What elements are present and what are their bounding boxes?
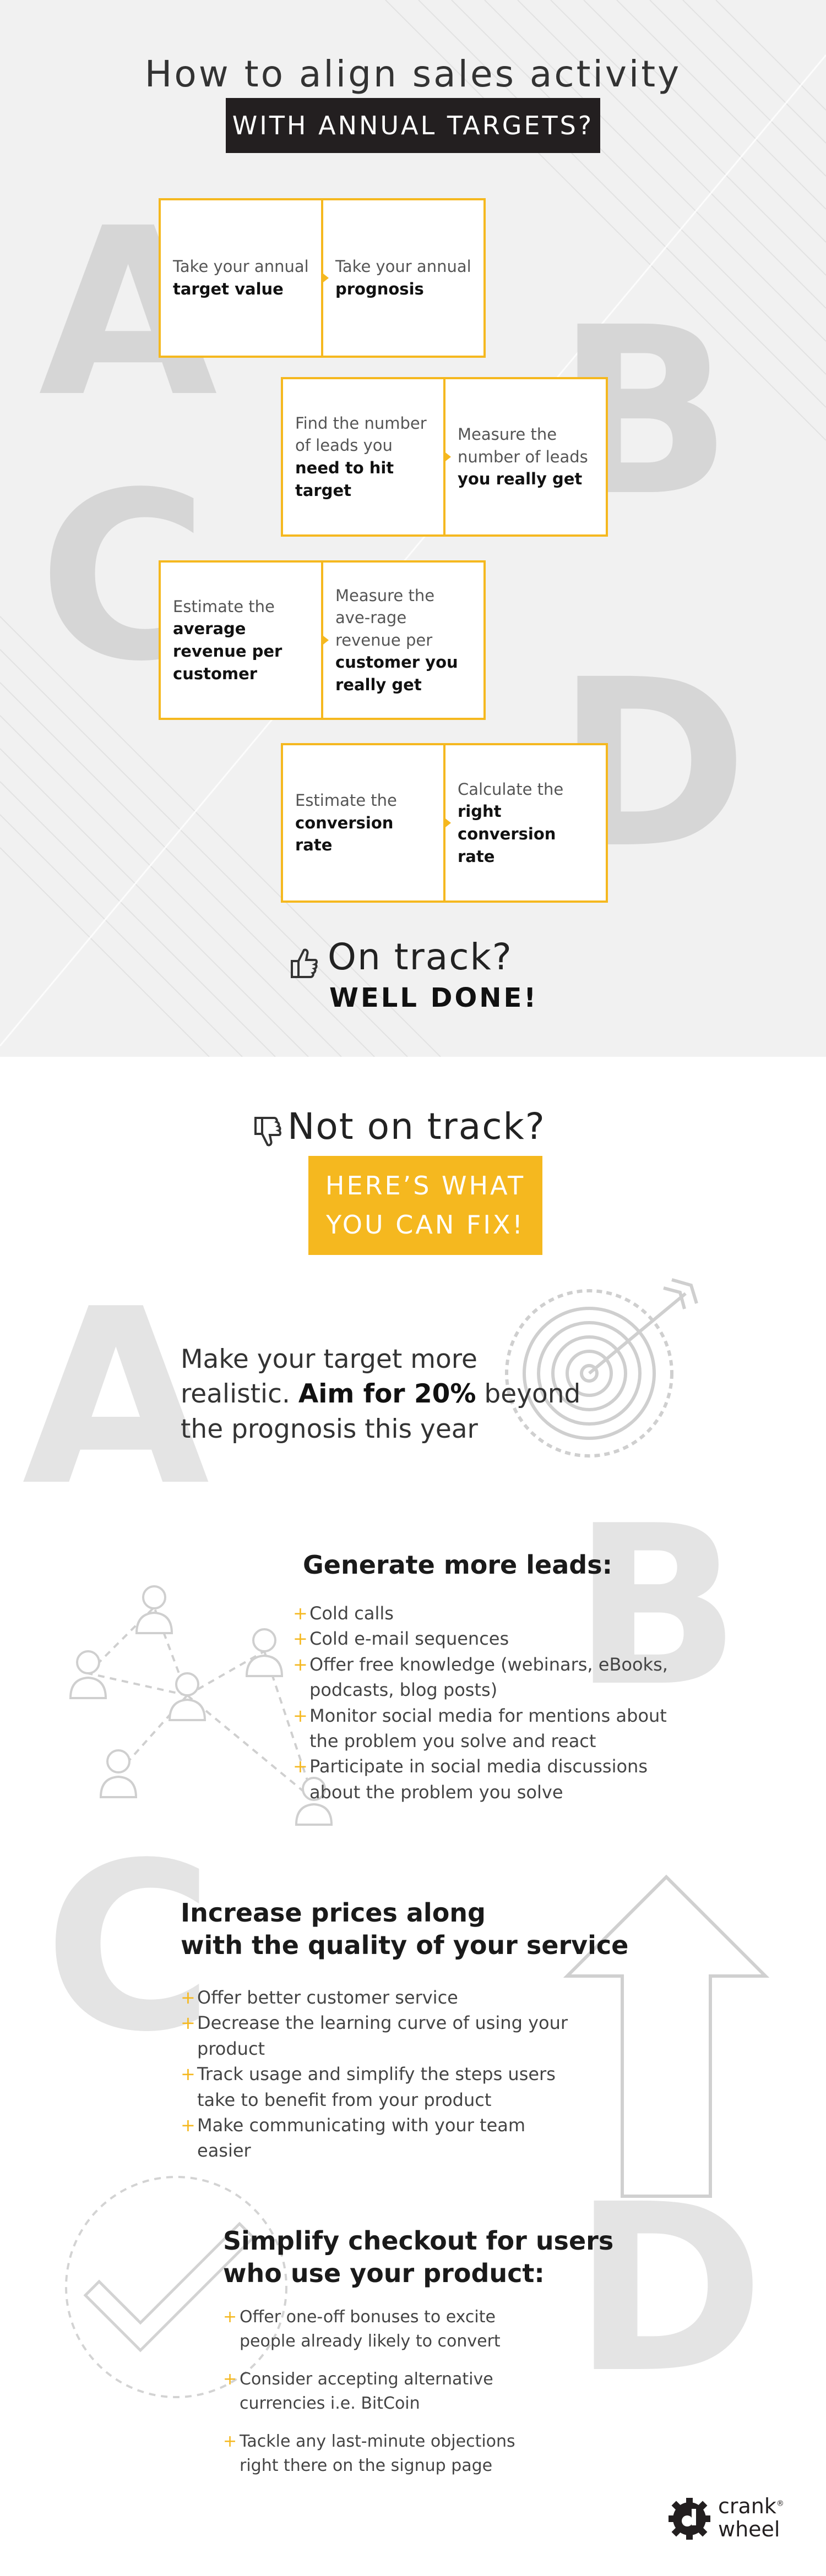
on-track-subtitle: WELL DONE! xyxy=(329,983,539,1013)
section-c-heading: Increase prices along with the quality o… xyxy=(181,1897,628,1962)
step-box-c: Estimate the average revenue per custome… xyxy=(159,560,486,720)
step-c-left-text: Estimate the xyxy=(173,597,275,616)
section-a-line1: Make your target more xyxy=(181,1344,477,1374)
step-box-d: Estimate the conversion rate Calculate t… xyxy=(281,743,608,903)
arrow-right-icon xyxy=(321,634,329,646)
list-item: Offer one-off bonuses to excite people a… xyxy=(223,2305,553,2353)
step-d-left: Estimate the conversion rate xyxy=(283,745,443,900)
list-item: Decrease the learning curve of using you… xyxy=(181,2010,583,2061)
crankwheel-logo-icon xyxy=(669,2498,710,2540)
section-a-highlight: Aim for 20% xyxy=(298,1379,476,1410)
fix-banner: HERE’S WHAT YOU CAN FIX! xyxy=(308,1156,542,1255)
step-c-right: Measure the ave-rage revenue per custome… xyxy=(321,563,483,718)
step-b-right: Measure the number of leads you really g… xyxy=(443,379,606,534)
step-d-right-bold: right conversion rate xyxy=(458,802,556,866)
step-a-right-bold: prognosis xyxy=(335,280,424,298)
section-b-heading: Generate more leads: xyxy=(303,1550,612,1580)
list-item: Monitor social media for mentions about … xyxy=(293,1703,678,1754)
page-title: How to align sales activity xyxy=(144,53,682,95)
section-c-heading-line1: Increase prices along xyxy=(181,1898,486,1928)
step-b-left-text: Find the number of leads you xyxy=(295,413,427,455)
step-a-right-text: Take your annual xyxy=(335,257,471,276)
step-c-right-text: Measure the ave-rage revenue per xyxy=(335,586,435,650)
on-track-title: On track? xyxy=(328,936,513,978)
letter-d-lower: D xyxy=(573,2155,765,2424)
list-item: Participate in social media discussions … xyxy=(293,1754,678,1805)
alignment-section: A B C D How to align sales activity WITH… xyxy=(0,0,826,1057)
arrow-right-icon xyxy=(443,451,451,463)
arrow-right-icon xyxy=(321,272,329,284)
list-item: Track usage and simplify the steps users… xyxy=(181,2061,583,2113)
step-a-left-bold: target value xyxy=(173,280,284,298)
step-a-left: Take your annual target value xyxy=(161,200,321,356)
fix-banner-line1: HERE’S WHAT xyxy=(325,1170,526,1200)
step-d-left-text: Estimate the xyxy=(295,791,397,810)
section-a-line2-post: beyond xyxy=(484,1379,581,1410)
list-item: Offer better customer service xyxy=(181,1985,583,2011)
person-icon xyxy=(99,1749,138,1798)
step-a-right: Take your annual prognosis xyxy=(321,200,483,356)
list-item: Make communicating with your team easier xyxy=(181,2113,583,2164)
step-b-left: Find the number of leads you need to hit… xyxy=(283,379,443,534)
list-item: Cold calls xyxy=(293,1601,678,1627)
brand-name-line1: crank® xyxy=(718,2496,784,2517)
person-icon xyxy=(69,1650,107,1699)
section-d-heading-line2: who use your product: xyxy=(223,2258,545,2288)
thumbs-down-icon xyxy=(254,1117,281,1147)
list-item: Cold e-mail sequences xyxy=(293,1626,678,1652)
step-box-b: Find the number of leads you need to hit… xyxy=(281,377,608,537)
thumbs-up-icon xyxy=(291,948,318,978)
step-b-right-bold: you really get xyxy=(458,470,583,489)
brand-name-line2: wheel xyxy=(718,2517,780,2541)
fix-banner-line2: YOU CAN FIX! xyxy=(326,1210,525,1240)
section-a-line2-pre: realistic. xyxy=(181,1379,290,1410)
section-d-heading: Simplify checkout for users who use your… xyxy=(223,2225,613,2290)
list-item: Tackle any last-minute objections right … xyxy=(223,2430,553,2477)
registered-mark: ® xyxy=(776,2499,784,2508)
person-icon xyxy=(135,1585,173,1634)
title-banner: WITH ANNUAL TARGETS? xyxy=(226,98,600,153)
brand-text-crank: crank xyxy=(718,2494,776,2518)
section-c-list: Offer better customer service Decrease t… xyxy=(181,1985,583,2164)
section-d-list: Offer one-off bonuses to excite people a… xyxy=(223,2305,553,2477)
not-on-track-title: Not on track? xyxy=(287,1105,546,1148)
step-b-left-bold: need to hit target xyxy=(295,459,394,500)
section-c-heading-line2: with the quality of your service xyxy=(181,1930,629,1960)
section-a-line3: the prognosis this year xyxy=(181,1413,478,1444)
list-item: Consider accepting alternative currencie… xyxy=(223,2367,553,2415)
brand-logo[interactable]: crank® wheel xyxy=(667,2492,794,2547)
section-b-list: Cold calls Cold e-mail sequences Offer f… xyxy=(293,1601,678,1805)
section-a-text: Make your target more realistic. Aim for… xyxy=(181,1342,580,1447)
list-item: Offer free knowledge (webinars, eBooks, … xyxy=(293,1652,678,1703)
section-d-heading-line1: Simplify checkout for users xyxy=(223,2226,614,2256)
step-box-a: Take your annual target value Take your … xyxy=(159,198,486,358)
arrow-right-icon xyxy=(443,817,451,829)
step-c-left: Estimate the average revenue per custome… xyxy=(161,563,321,718)
step-c-right-bold: customer you really get xyxy=(335,653,458,694)
step-d-left-bold: conversion rate xyxy=(295,813,394,855)
step-b-right-text: Measure the number of leads xyxy=(458,425,588,466)
step-c-left-bold: average revenue per customer xyxy=(173,619,282,683)
step-d-right: Calculate the right conversion rate xyxy=(443,745,606,900)
step-d-right-text: Calculate the xyxy=(458,779,564,799)
step-a-left-text: Take your annual xyxy=(173,257,309,276)
section-a-line2: realistic. Aim for 20% beyond xyxy=(181,1377,580,1411)
